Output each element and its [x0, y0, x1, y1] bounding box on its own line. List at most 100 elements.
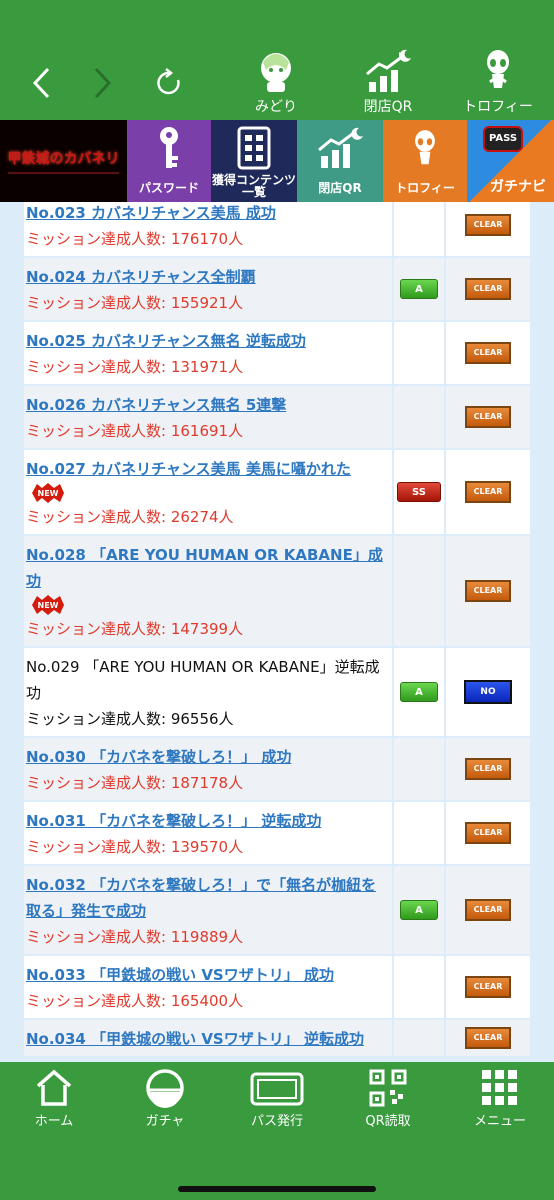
tab-password[interactable]: パスワード [127, 120, 211, 202]
mission-title[interactable]: No.033 「甲鉄城の戦い VSワザトリ」 成功 [26, 962, 390, 988]
rank-cell [392, 956, 444, 1018]
game-logo-text: 甲鉄城のカバネリ [7, 151, 120, 167]
status-cell: CLEAR [444, 536, 530, 646]
mission-row[interactable]: No.023 カバネリチャンス美馬 成功 ミッション達成人数: 176170人 CL… [24, 202, 530, 258]
tab-closing-qr[interactable]: 閉店QR [297, 120, 383, 202]
status-clear-badge: CLEAR [465, 822, 511, 844]
rank-badge: SS [397, 482, 441, 502]
tab-label: トロフィー [395, 181, 455, 195]
mission-title[interactable]: No.025 カバネリチャンス無名 逆転成功 [26, 328, 390, 354]
mission-title[interactable]: No.031 「カバネを撃破しろ！」 逆転成功 [26, 808, 390, 834]
mission-row[interactable]: No.030 「カバネを撃破しろ！」 成功 ミッション達成人数: 187178人 C… [24, 738, 530, 802]
chart-moon-icon [318, 127, 363, 168]
status-clear-badge: CLEAR [465, 278, 511, 300]
rank-cell: SS [392, 450, 444, 534]
mission-title[interactable]: No.028 「ARE YOU HUMAN OR KABANE」成功 [26, 542, 390, 594]
status-cell: CLEAR [444, 322, 530, 384]
banner-logo[interactable]: 甲鉄城のカバネリ [0, 120, 127, 202]
rank-badge: A [400, 682, 438, 702]
menu-grid-icon [482, 1070, 517, 1105]
gacha-icon [146, 1069, 184, 1108]
logo-subline [8, 172, 119, 174]
mission-row[interactable]: No.026 カバネリチャンス無名 5連撃ミッション達成人数: 161691人 C… [24, 386, 530, 450]
svg-text:NEW: NEW [38, 601, 59, 610]
status-cell: CLEAR [444, 738, 530, 800]
tab-acquired-contents[interactable]: 獲得コンテンツ 一覧 [211, 120, 297, 202]
back-icon[interactable] [30, 66, 52, 100]
tab-gachinavi[interactable]: PASS ガチナビ [467, 120, 554, 202]
bottom-item-gacha[interactable]: ガチャ [115, 1068, 215, 1129]
status-clear-badge: CLEAR [465, 976, 511, 998]
mission-achievers-count: ミッション達成人数: 161691人 [26, 422, 244, 440]
bottom-item-home[interactable]: ホーム [4, 1068, 104, 1129]
bottom-item-menu[interactable]: メニュー [450, 1068, 550, 1129]
status-clear-badge: CLEAR [465, 342, 511, 364]
status-no-badge: NO [464, 680, 512, 704]
mission-info: No.029 「ARE YOU HUMAN OR KABANE」逆転成功ミッショ… [24, 648, 392, 736]
status-cell: CLEAR [444, 386, 530, 448]
mission-title[interactable]: No.034 「甲鉄城の戦い VSワザトリ」 逆転成功 [26, 1026, 390, 1052]
mission-info: No.034 「甲鉄城の戦い VSワザトリ」 逆転成功 [24, 1020, 392, 1056]
status-clear-badge: CLEAR [465, 406, 511, 428]
rank-cell [392, 802, 444, 864]
mission-row[interactable]: No.034 「甲鉄城の戦い VSワザトリ」 逆転成功 CLEAR [24, 1020, 530, 1058]
reload-icon[interactable] [156, 68, 182, 96]
mission-title[interactable]: No.023 カバネリチャンス美馬 成功 [26, 202, 390, 226]
rank-cell: A [392, 648, 444, 736]
new-badge-icon: NEW [30, 482, 66, 504]
rank-cell [392, 202, 444, 256]
mission-title[interactable]: No.027 カバネリチャンス美馬 美馬に囁かれた [26, 456, 390, 482]
mission-achievers-count: ミッション達成人数: 165400人 [26, 992, 244, 1010]
mission-list-area[interactable]: No.023 カバネリチャンス美馬 成功 ミッション達成人数: 176170人 CL… [0, 202, 554, 1062]
status-clear-badge: CLEAR [465, 214, 511, 236]
mission-title[interactable]: No.030 「カバネを撃破しろ！」 成功 [26, 744, 390, 770]
chart-moon-icon [366, 49, 411, 92]
mission-row[interactable]: No.028 「ARE YOU HUMAN OR KABANE」成功 NEW ミッシ… [24, 536, 530, 648]
rank-cell [392, 738, 444, 800]
key-icon [160, 127, 178, 168]
top-item-midori[interactable]: みどり [228, 48, 324, 116]
mission-achievers-count: ミッション達成人数: 131971人 [26, 358, 244, 376]
forward-icon[interactable] [92, 66, 114, 100]
mission-title: No.029 「ARE YOU HUMAN OR KABANE」逆転成功 [26, 658, 380, 702]
alien-trophy-icon [487, 50, 509, 88]
alien-trophy-icon [415, 130, 435, 165]
mission-title[interactable]: No.026 カバネリチャンス無名 5連撃 [26, 392, 390, 418]
mission-title[interactable]: No.032 「カバネを撃破しろ！」で「無名が枷紐を取る」発生で成功 [26, 872, 390, 924]
mission-row[interactable]: No.033 「甲鉄城の戦い VSワザトリ」 成功ミッション達成人数: 1654… [24, 956, 530, 1020]
mission-info: No.032 「カバネを撃破しろ！」で「無名が枷紐を取る」発生で成功 ミッション達… [24, 866, 392, 954]
bottom-item-qr[interactable]: QR読取 [338, 1068, 438, 1129]
mission-achievers-count: ミッション達成人数: 96556人 [26, 710, 234, 728]
mission-info: No.033 「甲鉄城の戦い VSワザトリ」 成功ミッション達成人数: 1654… [24, 956, 392, 1018]
bottom-item-label: メニュー [473, 1114, 526, 1129]
bottom-item-label: ガチャ [145, 1114, 185, 1129]
mission-row[interactable]: No.032 「カバネを撃破しろ！」で「無名が枷紐を取る」発生で成功 ミッション達… [24, 866, 530, 956]
top-item-label: みどり [255, 99, 297, 115]
mission-info: No.031 「カバネを撃破しろ！」 逆転成功 ミッション達成人数: 139570… [24, 802, 392, 864]
status-cell: CLEAR [444, 956, 530, 1018]
mission-title[interactable]: No.024 カバネリチャンス全制覇 [26, 264, 390, 290]
mission-info: No.025 カバネリチャンス無名 逆転成功ミッション達成人数: 131971人 [24, 322, 392, 384]
character-icon [261, 53, 291, 92]
mission-row[interactable]: No.031 「カバネを撃破しろ！」 逆転成功 ミッション達成人数: 139570… [24, 802, 530, 866]
bottom-item-label: パス発行 [250, 1114, 303, 1129]
mission-info: No.024 カバネリチャンス全制覇 ミッション達成人数: 155921人 [24, 258, 392, 320]
mission-info: No.026 カバネリチャンス無名 5連撃ミッション達成人数: 161691人 [24, 386, 392, 448]
rank-cell [392, 386, 444, 448]
mission-info: No.023 カバネリチャンス美馬 成功 ミッション達成人数: 176170人 [24, 202, 392, 256]
bottom-item-pass[interactable]: パス発行 [227, 1068, 327, 1129]
mission-row[interactable]: No.027 カバネリチャンス美馬 美馬に囁かれた NEW ミッション達成人数: 2… [24, 450, 530, 536]
qr-icon [369, 1069, 407, 1107]
status-cell: CLEAR [444, 202, 530, 256]
tab-trophy[interactable]: トロフィー [383, 120, 467, 202]
mission-info: No.028 「ARE YOU HUMAN OR KABANE」成功 NEW ミッシ… [24, 536, 392, 646]
status-clear-badge: CLEAR [465, 758, 511, 780]
mission-row[interactable]: No.025 カバネリチャンス無名 逆転成功ミッション達成人数: 131971人… [24, 322, 530, 386]
mission-row[interactable]: No.029 「ARE YOU HUMAN OR KABANE」逆転成功ミッショ… [24, 648, 530, 738]
top-item-closing-qr[interactable]: 閉店QR [340, 48, 436, 116]
top-item-trophy[interactable]: トロフィー [450, 48, 546, 116]
status-clear-badge: CLEAR [465, 481, 511, 503]
tab-label: 閉店QR [318, 181, 362, 195]
mission-row[interactable]: No.024 カバネリチャンス全制覇 ミッション達成人数: 155921人 A CLE… [24, 258, 530, 322]
mission-achievers-count: ミッション達成人数: 26274人 [26, 508, 234, 526]
